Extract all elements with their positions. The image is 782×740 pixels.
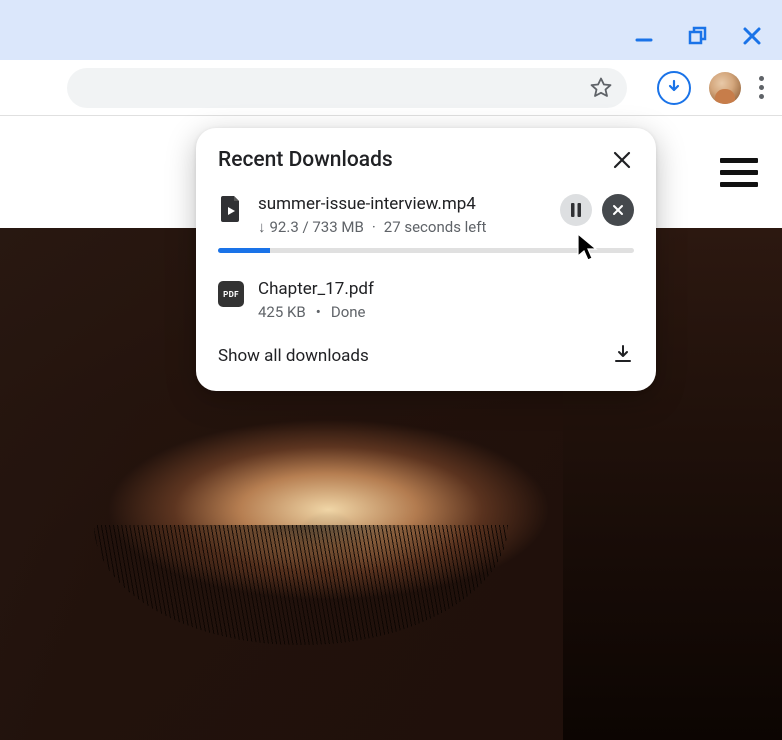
chrome-menu-button[interactable] [759, 76, 764, 99]
window-restore-button[interactable] [686, 24, 710, 48]
pause-icon [570, 203, 582, 217]
browser-toolbar [0, 60, 782, 116]
download-progress-bar [218, 248, 634, 253]
popover-close-button[interactable] [610, 148, 634, 172]
window-minimize-button[interactable] [632, 24, 656, 48]
popover-title: Recent Downloads [218, 148, 393, 172]
download-progress-fill [218, 248, 270, 253]
downloads-tray-button[interactable] [657, 71, 691, 105]
bookmark-star-icon[interactable] [587, 74, 615, 102]
download-filename: Chapter_17.pdf [258, 279, 634, 299]
download-filename: summer-issue-interview.mp4 [258, 194, 546, 214]
close-icon [612, 150, 632, 170]
download-status: ↓ 92.3 / 733 MB · 27 seconds left [258, 218, 546, 236]
cancel-download-button[interactable] [602, 194, 634, 226]
downloads-popover: Recent Downloads summer-issue-interview.… [196, 128, 656, 391]
download-status: 425 KB • Done [258, 303, 634, 321]
titlebar-top-strip [0, 0, 782, 12]
profile-avatar[interactable] [709, 72, 741, 104]
download-item[interactable]: PDF Chapter_17.pdf 425 KB • Done [196, 261, 656, 329]
download-item[interactable]: summer-issue-interview.mp4 ↓ 92.3 / 733 … [196, 186, 656, 261]
download-tray-icon [612, 343, 634, 365]
pdf-file-icon: PDF [218, 281, 244, 307]
cancel-icon [612, 204, 624, 216]
open-downloads-folder-button[interactable] [612, 343, 634, 369]
download-arrow-icon [665, 79, 683, 97]
address-bar[interactable] [67, 68, 627, 108]
window-titlebar [0, 12, 782, 60]
site-menu-hamburger-icon[interactable] [720, 158, 758, 187]
video-file-icon [218, 196, 244, 222]
window-close-button[interactable] [740, 24, 764, 48]
show-all-downloads-link[interactable]: Show all downloads [218, 346, 369, 366]
pause-download-button[interactable] [560, 194, 592, 226]
